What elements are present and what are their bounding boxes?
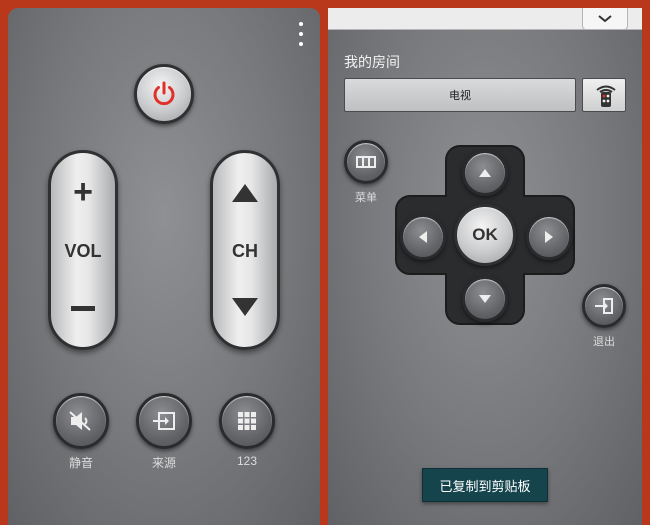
menu-button[interactable] [344,140,388,184]
chevron-down-icon [598,14,612,22]
arrow-right-icon [545,231,553,243]
source-input-icon [153,412,175,430]
remote-signal-icon [596,85,616,107]
power-button[interactable] [134,64,194,124]
source-caption: 来源 [151,456,176,470]
plus-icon: + [73,173,93,211]
triangle-down-icon [232,298,258,316]
volume-down-button[interactable] [51,283,115,333]
numpad-button[interactable] [219,393,275,449]
arrow-up-icon [479,169,491,177]
menu-caption: 菜单 [355,192,377,204]
source-button[interactable] [136,393,192,449]
volume-label: VOL [64,241,102,261]
dpad-left-button[interactable] [400,214,446,260]
collapse-handle[interactable] [582,8,628,30]
dpad-right-button[interactable] [526,214,572,260]
channel-label: CH [232,241,258,261]
top-bar [328,8,642,30]
tv-remote-panel: + VOL CH 静音 来源 123 [8,8,320,525]
exit-caption: 退出 [593,336,615,348]
grid-icon [238,412,256,430]
volume-up-button[interactable]: + [51,167,115,217]
mute-button[interactable] [53,393,109,449]
arrow-down-icon [479,295,491,303]
mute-icon [69,411,91,431]
ok-label: OK [472,225,498,244]
room-title: 我的房间 [344,54,400,70]
dpad-down-button[interactable] [462,276,508,322]
volume-rocker: + VOL [48,150,118,350]
arrow-left-icon [419,231,427,243]
clipboard-toast: 已复制到剪贴板 [422,468,548,502]
numpad-caption: 123 [236,454,258,468]
dpad-up-button[interactable] [462,150,508,196]
minus-icon [71,305,95,311]
exit-button[interactable] [582,284,626,328]
power-icon [153,81,175,106]
channel-rocker: CH [210,150,280,350]
menu-icon [356,156,376,168]
device-selector[interactable]: 电视 [344,78,576,112]
remote-signal-button[interactable] [582,78,626,112]
channel-up-button[interactable] [213,171,277,215]
ok-button[interactable]: OK [454,204,516,266]
channel-down-button[interactable] [213,285,277,329]
room-remote-panel: 我的房间 电视 菜单 OK 退出 已复制到剪贴板 [328,8,642,525]
more-vertical-icon[interactable] [298,22,304,46]
exit-icon [595,298,613,314]
mute-caption: 静音 [68,456,93,470]
triangle-up-icon [232,184,258,202]
